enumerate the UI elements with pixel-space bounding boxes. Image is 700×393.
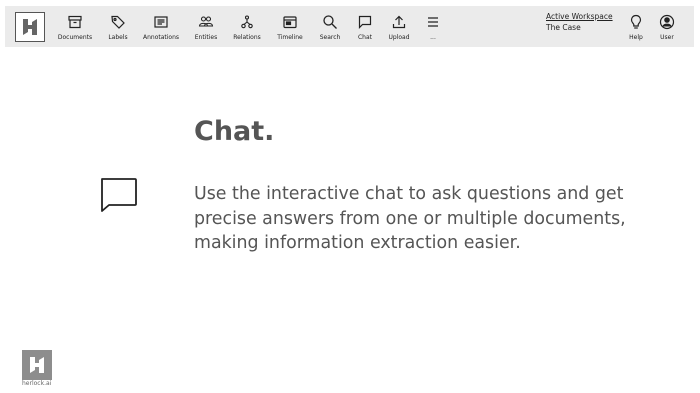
nav-more-label: ...	[430, 34, 436, 41]
nav-search[interactable]: Search	[317, 6, 343, 47]
nav-documents-label: Documents	[57, 34, 93, 41]
nav-entities[interactable]: Entities	[193, 6, 219, 47]
nav-upload-label: Upload	[388, 34, 410, 41]
logo-icon	[30, 357, 44, 373]
workspace-label[interactable]: Active Workspace	[546, 12, 613, 22]
nav-labels-label: Labels	[108, 34, 128, 41]
people-icon	[197, 13, 215, 31]
menu-icon	[424, 13, 442, 31]
nav-timeline-label: Timeline	[277, 34, 303, 41]
footer-brand: herlock.ai	[22, 380, 52, 387]
footer-logo	[22, 350, 52, 380]
nav-timeline[interactable]: Timeline	[275, 6, 305, 47]
relations-graph-icon	[238, 13, 256, 31]
note-lines-icon	[152, 13, 170, 31]
workspace-name: The Case	[546, 23, 581, 32]
nav-entities-label: Entities	[194, 34, 218, 41]
lightbulb-icon	[627, 13, 645, 31]
archive-box-icon	[66, 13, 84, 31]
hero-description: Use the interactive chat to ask question…	[194, 184, 626, 253]
chat-bubble-icon	[356, 13, 374, 31]
nav-relations-label: Relations	[233, 34, 261, 41]
page-title: Chat.	[194, 116, 275, 147]
nav-chat[interactable]: Chat	[354, 6, 376, 47]
nav-annotations[interactable]: Annotations	[142, 6, 180, 47]
nav-user[interactable]: User	[656, 6, 678, 47]
logo-icon	[23, 19, 37, 35]
nav-annotations-label: Annotations	[142, 34, 180, 41]
top-toolbar: Documents Labels Annotations Entities Re…	[5, 6, 694, 47]
calendar-timeline-icon	[281, 13, 299, 31]
app-logo[interactable]	[15, 12, 45, 42]
user-circle-icon	[658, 13, 676, 31]
nav-search-label: Search	[319, 34, 341, 41]
upload-icon	[390, 13, 408, 31]
nav-user-label: User	[660, 34, 674, 41]
nav-more-menu[interactable]: ...	[423, 6, 443, 47]
nav-upload[interactable]: Upload	[386, 6, 412, 47]
nav-help-label: Help	[629, 34, 643, 41]
nav-labels[interactable]: Labels	[105, 6, 131, 47]
chat-bubble-icon	[99, 177, 139, 213]
nav-documents[interactable]: Documents	[57, 6, 93, 47]
nav-relations[interactable]: Relations	[232, 6, 262, 47]
search-icon	[321, 13, 339, 31]
nav-help[interactable]: Help	[625, 6, 647, 47]
nav-chat-label: Chat	[357, 34, 373, 41]
active-workspace[interactable]: Active Workspace The Case	[546, 12, 613, 33]
tag-icon	[109, 13, 127, 31]
